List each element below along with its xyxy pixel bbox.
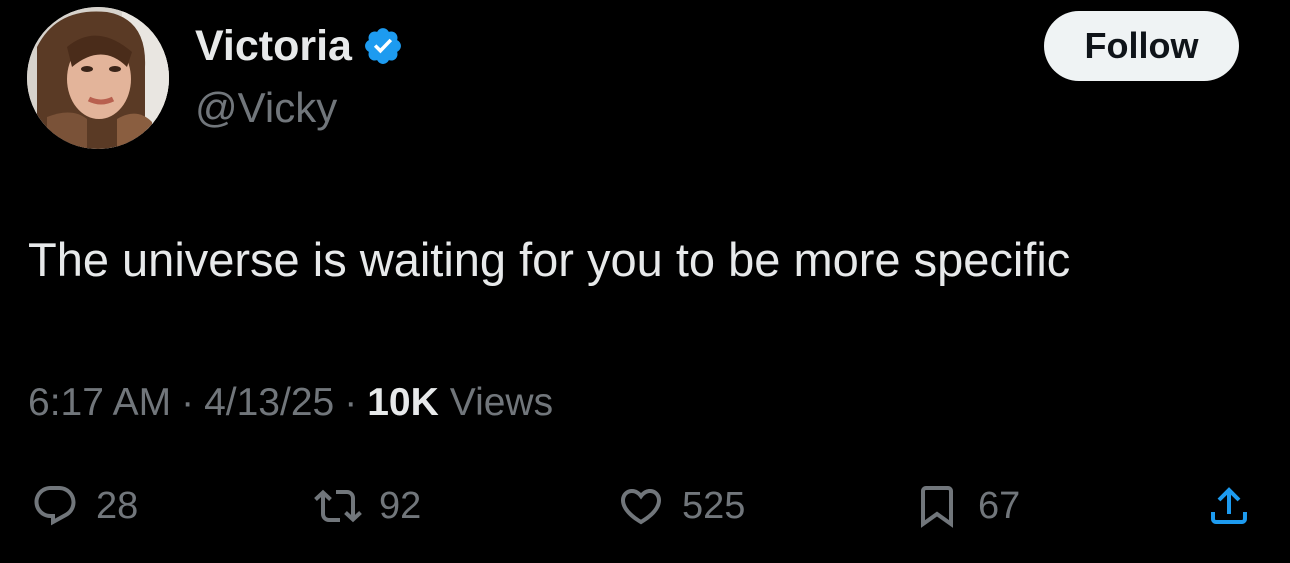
repost-count: 92 [379, 484, 422, 527]
like-button[interactable]: 525 [617, 476, 745, 536]
reply-button[interactable]: 28 [31, 476, 138, 536]
bookmark-icon [921, 486, 953, 528]
avatar[interactable] [27, 7, 169, 149]
repost-button[interactable]: 92 [314, 476, 421, 536]
share-icon [1211, 487, 1247, 524]
tweet-time[interactable]: 6:17 AM [28, 380, 171, 426]
tweet-text: The universe is waiting for you to be mo… [28, 233, 1071, 286]
author-name-text: Victoria [195, 22, 352, 70]
avatar-image [27, 7, 169, 149]
repost-icon [314, 489, 362, 523]
views-label: Views [449, 381, 554, 424]
author-display-name[interactable]: Victoria [195, 22, 404, 70]
tweet-metadata: 6:17 AM · 4/13/25 · 10K Views [28, 380, 553, 426]
verified-badge-icon [365, 28, 401, 64]
reply-icon [34, 486, 76, 526]
bookmark-count: 67 [978, 484, 1021, 527]
author-handle[interactable]: @Vicky [195, 84, 337, 132]
heart-icon [620, 489, 662, 525]
views-count: 10K [367, 381, 439, 424]
reply-count: 28 [96, 484, 139, 527]
separator-dot: · [181, 381, 195, 424]
action-bar: 28 92 525 67 [0, 476, 1290, 536]
follow-button[interactable]: Follow [1044, 11, 1239, 81]
bookmark-button[interactable]: 67 [913, 476, 1020, 536]
tweet-date[interactable]: 4/13/25 [204, 380, 334, 426]
separator-dot: · [344, 381, 358, 424]
like-count: 525 [682, 484, 746, 527]
share-button[interactable] [1205, 476, 1253, 536]
